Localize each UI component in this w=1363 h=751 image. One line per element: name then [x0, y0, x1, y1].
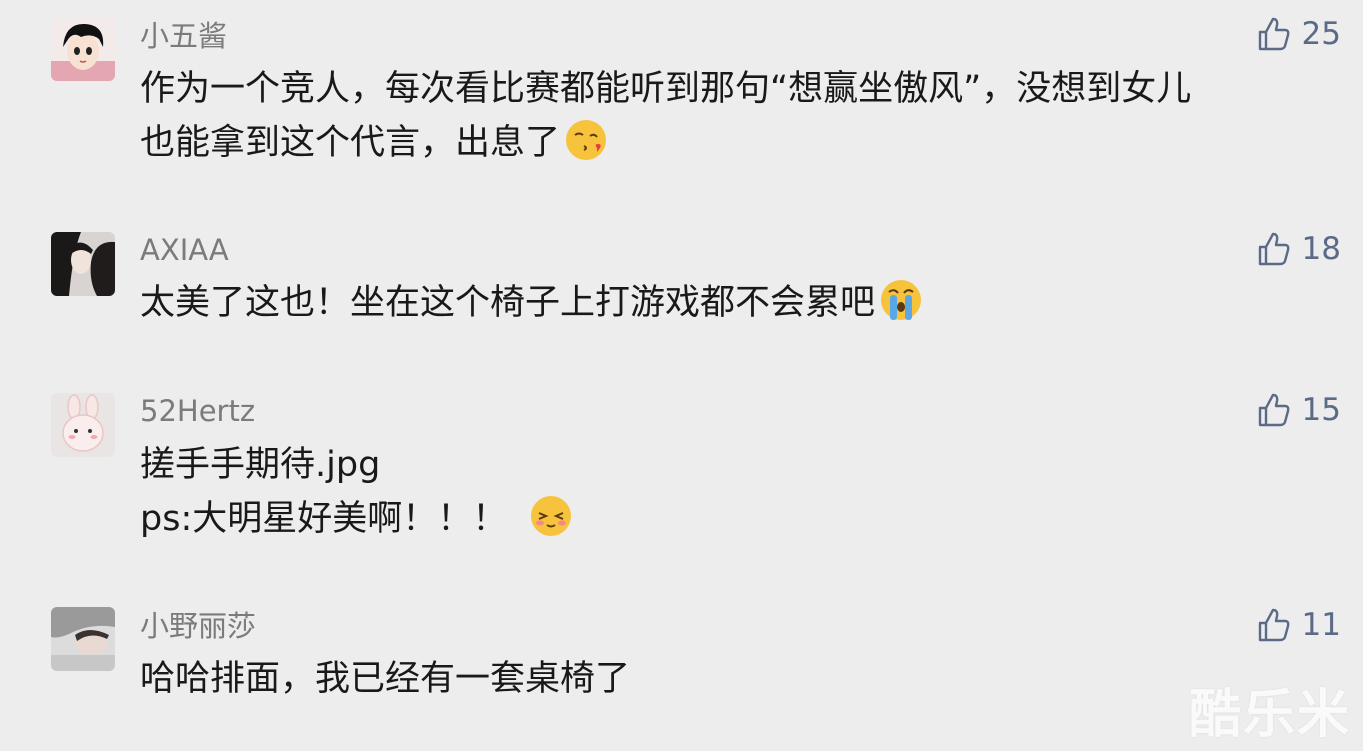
username[interactable]: 小野丽莎: [140, 608, 256, 644]
like-count: 18: [1301, 231, 1341, 267]
comment-line-with-emoji: 太美了这也！坐在这个椅子上打游戏都不会累吧: [140, 276, 1339, 330]
comment-text: 搓手手期待.jpg ps:大明星好美啊！！！: [140, 438, 1339, 546]
like-count: 15: [1301, 392, 1341, 428]
comment-text: 作为一个竞人，每次看比赛都能听到那句“想赢坐傲风”，没想到女儿 也能拿到这个代言…: [140, 62, 1339, 170]
like-count: 11: [1301, 607, 1341, 643]
comment-line-with-emoji: 也能拿到这个代言，出息了: [140, 116, 1339, 170]
comment-line: 太美了这也！坐在这个椅子上打游戏都不会累吧: [140, 283, 876, 323]
crying-emoji: [879, 278, 923, 322]
anime-boy-avatar-image: [51, 17, 115, 81]
smiling-closed-eyes-emoji: [529, 494, 573, 538]
comment-line-with-emoji: ps:大明星好美啊！！！: [140, 492, 1339, 546]
kiss-emoji: [564, 118, 608, 162]
username[interactable]: 52Hertz: [140, 393, 255, 429]
watermark: 酷乐米: [1188, 685, 1351, 745]
like-button[interactable]: 18: [1254, 229, 1341, 269]
comment-text: 哈哈排面，我已经有一套桌椅了: [140, 652, 1339, 706]
username[interactable]: AXIAA: [140, 232, 229, 268]
thumbs-up-icon: [1254, 606, 1292, 644]
username[interactable]: 小五酱: [140, 18, 227, 54]
comment-line: ps:大明星好美啊！！！: [140, 499, 508, 539]
bunny-avatar-image: [51, 393, 115, 457]
girl-lying-avatar-image: [51, 607, 115, 671]
like-button[interactable]: 15: [1254, 390, 1341, 430]
comment-line: 作为一个竞人，每次看比赛都能听到那句“想赢坐傲风”，没想到女儿: [140, 69, 1192, 109]
comment-line: 也能拿到这个代言，出息了: [140, 123, 561, 163]
like-button[interactable]: 11: [1254, 605, 1341, 645]
like-button[interactable]: 25: [1254, 14, 1341, 54]
avatar[interactable]: [51, 607, 115, 671]
girl-photo-avatar-image: [51, 232, 115, 296]
comment-line: 哈哈排面，我已经有一套桌椅了: [140, 659, 631, 699]
comment-line: 搓手手期待.jpg: [140, 445, 381, 485]
avatar[interactable]: [51, 17, 115, 81]
comment-text: 太美了这也！坐在这个椅子上打游戏都不会累吧: [140, 276, 1339, 330]
like-count: 25: [1301, 16, 1341, 52]
avatar[interactable]: [51, 232, 115, 296]
thumbs-up-icon: [1254, 230, 1292, 268]
thumbs-up-icon: [1254, 15, 1292, 53]
avatar[interactable]: [51, 393, 115, 457]
thumbs-up-icon: [1254, 391, 1292, 429]
